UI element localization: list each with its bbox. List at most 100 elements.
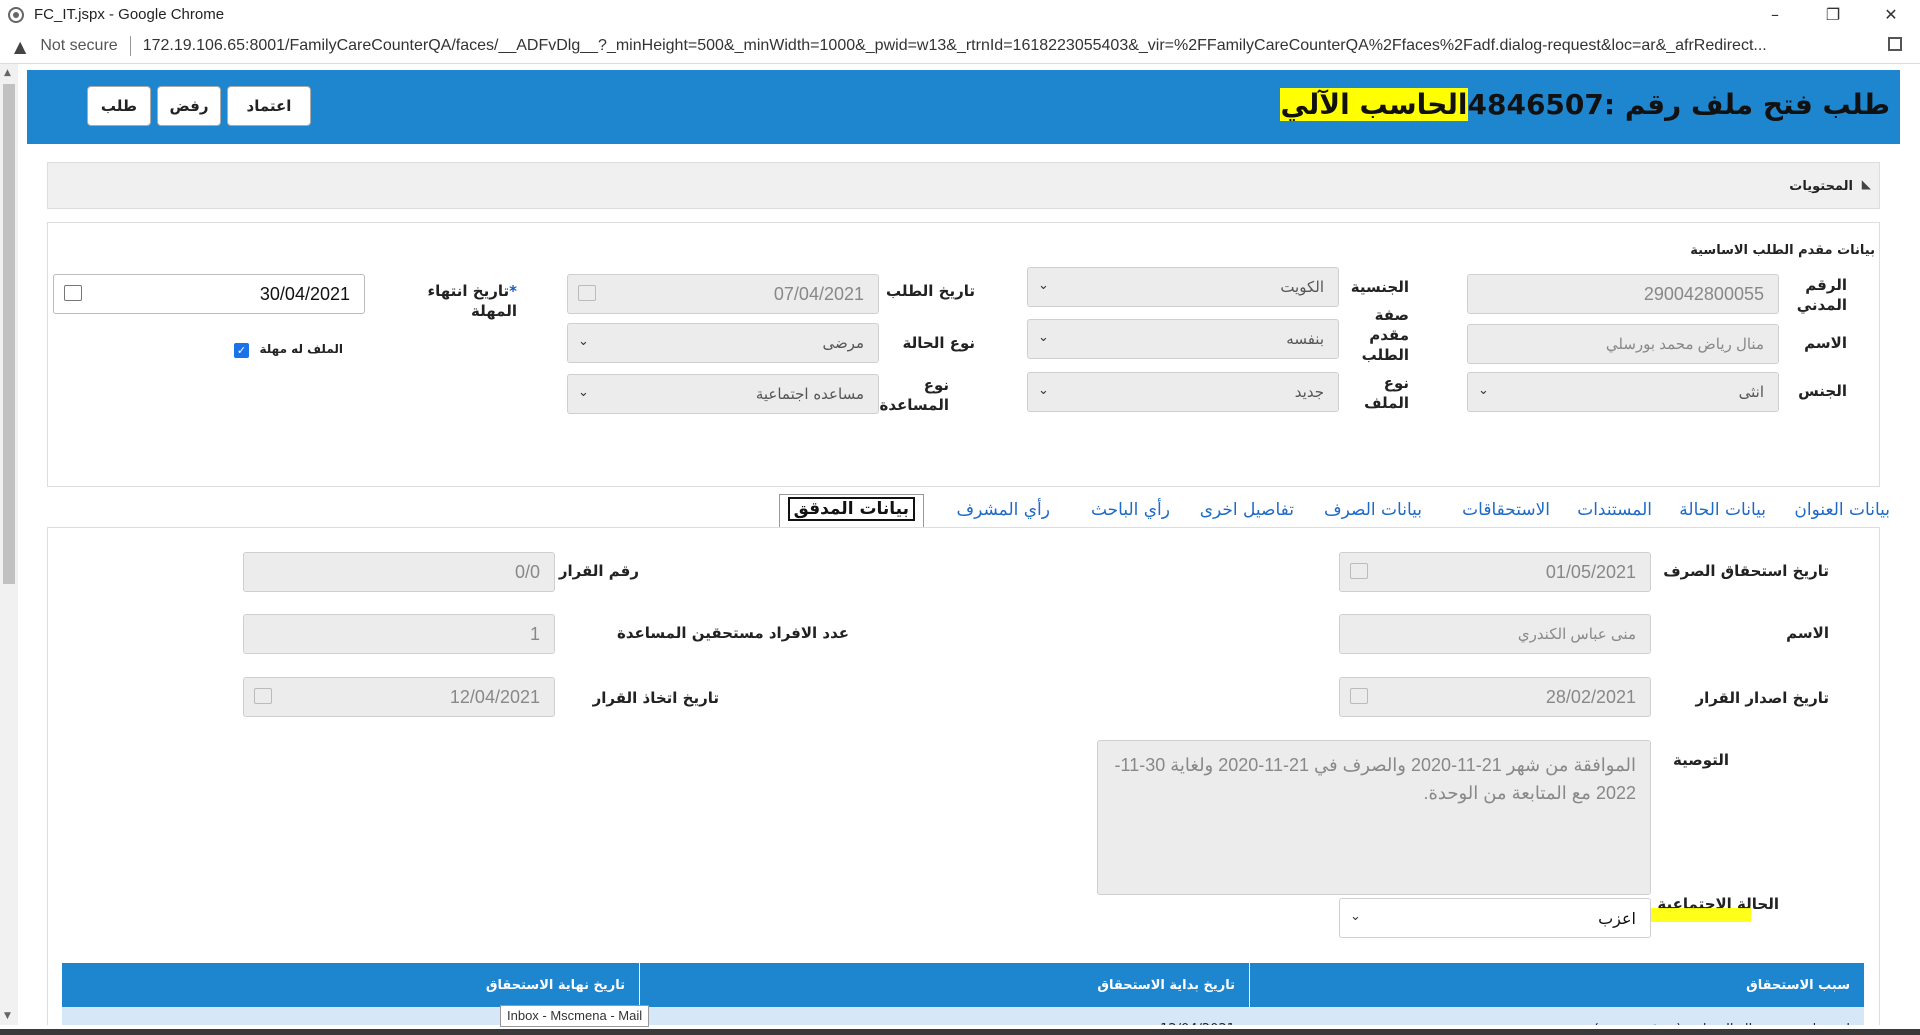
recommendation-textarea[interactable]: الموافقة من شهر 21-11-2020 والصرف في 21-… [1097, 740, 1651, 895]
minimize-button[interactable]: – [1746, 0, 1804, 29]
divider [129, 36, 131, 56]
scrollbar-thumb[interactable] [3, 84, 15, 584]
header-buttons: طلب رفض اعتماد [87, 86, 311, 126]
nationality-select[interactable]: الكويت ⌄ [1027, 267, 1339, 307]
request-date-label: تاريخ الطلب [886, 282, 975, 300]
aid-members-field[interactable]: 1 [243, 614, 555, 654]
scroll-down-icon[interactable]: ▼ [4, 1011, 11, 1021]
column-header[interactable]: تاريخ بداية الاستحقاق [639, 963, 1249, 1007]
tab-entitlements[interactable]: الاستحقاقات [1462, 500, 1550, 520]
address-bar: ▲ Not secure 172.19.106.65:8001/FamilyCa… [0, 29, 1920, 64]
not-secure-label[interactable]: Not secure [40, 37, 117, 55]
tab-supervisor-opinion[interactable]: رأي المشرف [956, 500, 1050, 520]
decision-taken-date-value: 12/04/2021 [449, 686, 540, 707]
tab-other-details[interactable]: تفاصيل اخرى [1200, 500, 1294, 520]
column-header[interactable]: سبب الاستحقاق [1249, 963, 1864, 1007]
scroll-up-icon[interactable]: ▲ [4, 68, 11, 78]
name-field[interactable]: منال رياض محمد بورسلي [1467, 324, 1779, 364]
tab-strip: بيانات العنوان بيانات الحالة المستندات ا… [27, 490, 1900, 530]
has-deadline-label: الملف له مهلة [259, 342, 343, 356]
file-type-value: جديد [1294, 383, 1324, 401]
decision-issue-date-value: 28/02/2021 [1545, 686, 1636, 707]
calendar-icon[interactable] [1350, 688, 1368, 704]
case-type-label: نوع الحالة [902, 334, 975, 352]
marital-status-select[interactable]: اعزب ⌄ [1339, 898, 1651, 938]
tab-case[interactable]: بيانات الحالة [1679, 500, 1766, 520]
relation-value: بنفسه [1286, 330, 1324, 348]
auditor-name-field[interactable]: منى عباس الكندري [1339, 614, 1651, 654]
chevron-down-icon[interactable]: ⌄ [1038, 383, 1049, 398]
calendar-icon[interactable] [64, 285, 82, 301]
chevron-down-icon[interactable]: ⌄ [1038, 278, 1049, 293]
chevron-down-icon[interactable]: ⌄ [578, 334, 589, 349]
chevron-down-icon[interactable]: ⌄ [1478, 383, 1489, 398]
relation-label: صفة مقدم الطلب [1361, 306, 1409, 364]
tab-auditor[interactable]: بيانات المدقق [778, 494, 924, 530]
decision-taken-date-field[interactable]: 12/04/2021 [243, 677, 555, 717]
title-highlight: الحاسب الآلي [1280, 88, 1468, 121]
decision-issue-date-field[interactable]: 28/02/2021 [1339, 677, 1651, 717]
tab-documents[interactable]: المستندات [1577, 500, 1652, 520]
gender-select[interactable]: انثى ⌄ [1467, 372, 1779, 412]
contents-toggle[interactable]: ◣ المحتويات [47, 162, 1880, 209]
url-field[interactable]: 172.19.106.65:8001/FamilyCareCounterQA/f… [143, 37, 1883, 55]
tab-address[interactable]: بيانات العنوان [1794, 500, 1890, 520]
dialog-header: طلب فتح ملف رقم :4846507الحاسب الآلي طلب… [27, 70, 1900, 144]
warning-icon[interactable]: ▲ [14, 37, 26, 56]
column-header[interactable]: تاريخ نهاية الاستحقاق [62, 963, 639, 1007]
request-button[interactable]: طلب [87, 86, 151, 126]
civil-id-field[interactable]: 290042800055 [1467, 274, 1779, 314]
chevron-down-icon[interactable]: ⌄ [1038, 330, 1049, 345]
file-type-label: نوع الملف [1364, 374, 1409, 412]
request-date-value: 07/04/2021 [773, 283, 864, 304]
aid-type-label: نوع المساعدة [879, 376, 950, 414]
recommendation-label: التوصية [1672, 751, 1729, 769]
deadline-date-field[interactable]: 30/04/2021 [53, 274, 365, 314]
file-number: 4846507 [1467, 88, 1604, 121]
reject-button[interactable]: رفض [157, 86, 221, 126]
nationality-label: الجنسية [1350, 278, 1409, 296]
table-cell: استحقاق - تغيير حالة المساعدة(صرف مستحق) [1249, 1007, 1864, 1025]
decision-number-field[interactable]: 0/0 [243, 552, 555, 592]
entitlements-table: سبب الاستحقاق تاريخ بداية الاستحقاق تاري… [62, 963, 1864, 1025]
window-title: FC_IT.jspx - Google Chrome [34, 6, 225, 23]
window-restore-icon[interactable] [1888, 37, 1902, 51]
taskbar-edge [0, 1029, 1920, 1035]
page-title: طلب فتح ملف رقم :4846507الحاسب الآلي [1280, 88, 1890, 121]
calendar-icon[interactable] [254, 688, 272, 704]
calendar-icon[interactable] [578, 285, 596, 301]
request-date-field[interactable]: 07/04/2021 [567, 274, 879, 314]
deadline-label-text: تاريخ انتهاء المهلة [427, 282, 517, 320]
approve-button[interactable]: اعتماد [227, 86, 311, 126]
aid-type-select[interactable]: مساعده اجتماعية ⌄ [567, 374, 879, 414]
calendar-icon[interactable] [1350, 563, 1368, 579]
maximize-button[interactable]: ❐ [1804, 0, 1862, 29]
chevron-down-icon[interactable]: ⌄ [1350, 909, 1361, 924]
tab-researcher-opinion[interactable]: رأي الباحث [1091, 500, 1170, 520]
decision-issue-date-label: تاريخ اصدار القرار [1695, 689, 1829, 707]
pay-due-date-field[interactable]: 01/05/2021 [1339, 552, 1651, 592]
case-type-select[interactable]: مرضى ⌄ [567, 323, 879, 363]
contents-label: المحتويات [1789, 179, 1853, 194]
collapse-icon[interactable]: ◣ [1862, 177, 1871, 191]
table-row[interactable]: استحقاق - تغيير حالة المساعدة(صرف مستحق)… [62, 1007, 1864, 1025]
civil-id-label: الرقم المدني [1796, 276, 1847, 314]
gender-value: انثى [1738, 383, 1764, 401]
has-deadline-checkbox[interactable]: ✓ [234, 343, 249, 358]
deadline-value: 30/04/2021 [259, 283, 350, 304]
gender-label: الجنس [1798, 382, 1847, 400]
vertical-scrollbar[interactable]: ▲ ▼ [0, 64, 18, 1025]
aid-type-value: مساعده اجتماعية [755, 385, 864, 403]
deadline-label: *تاريخ انتهاء المهلة [377, 281, 517, 321]
required-mark: * [509, 282, 517, 300]
tab-payment[interactable]: بيانات الصرف [1324, 500, 1422, 520]
window-controls: – ❐ ✕ [1746, 0, 1920, 29]
file-type-select[interactable]: جديد ⌄ [1027, 372, 1339, 412]
chevron-down-icon[interactable]: ⌄ [578, 385, 589, 400]
window-titlebar: FC_IT.jspx - Google Chrome – ❐ ✕ [0, 0, 1920, 29]
relation-select[interactable]: بنفسه ⌄ [1027, 319, 1339, 359]
section-title: بيانات مقدم الطلب الاساسية [1690, 243, 1875, 258]
close-button[interactable]: ✕ [1862, 0, 1920, 29]
nationality-value: الكويت [1280, 278, 1324, 296]
table-header: سبب الاستحقاق تاريخ بداية الاستحقاق تاري… [62, 963, 1864, 1007]
